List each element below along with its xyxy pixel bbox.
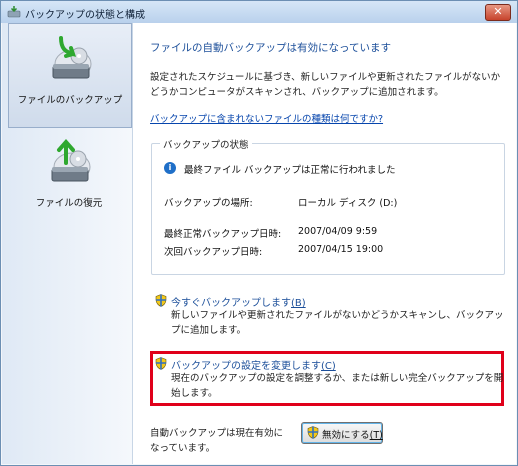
sidebar: ファイルのバックアップ ファイルの復元: [2, 23, 133, 464]
backup-status-group: バックアップの状態 i 最終ファイル バックアップは正常に行われました バックア…: [151, 137, 505, 275]
main-panel: ファイルの自動バックアップは有効になっています 設定されたスケジュールに基づき、…: [133, 23, 516, 464]
location-value: ローカル ディスク (D:): [298, 198, 398, 209]
status-message: 最終ファイル バックアップは正常に行われました: [184, 165, 396, 176]
auto-backup-status-text: 自動バックアップは現在有効になっています。: [150, 428, 284, 454]
shield-icon: [307, 426, 319, 439]
disable-button-label: 無効にする: [322, 430, 370, 441]
sidebar-item-file-backup[interactable]: ファイルのバックアップ: [8, 23, 132, 128]
disable-button-accel: (T): [369, 430, 383, 441]
window-title: バックアップの状態と構成: [25, 10, 145, 21]
title-bar[interactable]: バックアップの状態と構成 ✕: [1, 1, 517, 23]
restore-drive-icon: [51, 138, 91, 182]
close-button[interactable]: ✕: [485, 4, 511, 21]
sidebar-item-file-restore[interactable]: ファイルの復元: [8, 127, 130, 230]
next-backup-label: 次回バックアップ日時:: [164, 247, 263, 258]
location-label: バックアップの場所:: [164, 198, 253, 209]
excluded-file-types-link[interactable]: バックアップに含まれないファイルの種類は何ですか?: [150, 111, 383, 125]
description-text: 設定されたスケジュールに基づき、新しいファイルや更新されたファイルがないかどうか…: [150, 72, 501, 98]
backup-status-window: バックアップの状態と構成 ✕ ファイルのバックアップ ファイルの復元 ファイルの…: [0, 0, 518, 466]
last-backup-value: 2007/04/09 9:59: [298, 226, 378, 237]
page-title: ファイルの自動バックアップは有効になっています: [150, 42, 391, 54]
last-backup-label: 最終正常バックアップ日時:: [164, 229, 282, 240]
backup-now-link[interactable]: 今すぐバックアップします(B): [171, 294, 306, 309]
shield-icon: [155, 294, 167, 307]
next-backup-value: 2007/04/15 19:00: [298, 244, 384, 255]
info-icon: i: [164, 162, 176, 174]
disable-button-label-wrap: 無効にする(T): [322, 427, 383, 441]
backup-app-icon: [7, 6, 21, 18]
backup-drive-icon: [52, 36, 92, 79]
disable-button[interactable]: 無効にする(T): [301, 422, 383, 444]
change-settings-description: 現在のバックアップの設定を調整するか、または新しい完全バックアップを開始します。: [171, 373, 504, 399]
backup-now-description: 新しいファイルや更新されたファイルがないかどうかスキャンし、バックアップに追加し…: [171, 310, 504, 336]
group-title: バックアップの状態: [160, 137, 252, 151]
shield-icon: [155, 357, 167, 370]
sidebar-item-label: ファイルの復元: [35, 198, 103, 209]
change-settings-link[interactable]: バックアップの設定を変更します(C): [171, 357, 336, 372]
sidebar-item-label: ファイルのバックアップ: [17, 95, 123, 106]
